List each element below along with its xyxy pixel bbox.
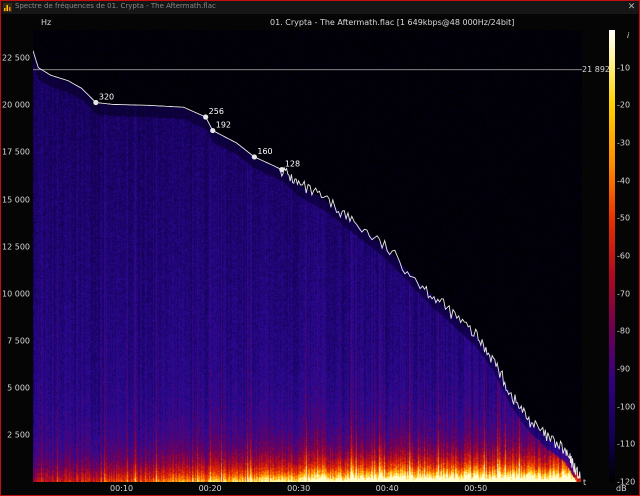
colorbar-tick-label: -20 bbox=[617, 100, 631, 110]
colorbar-tick-label: -60 bbox=[617, 251, 631, 261]
x-tick-label: 00:40 bbox=[375, 484, 399, 493]
window-title: Spectre de fréquences de 01. Crypta - Th… bbox=[15, 2, 216, 10]
y-tick-label: 15 000 bbox=[2, 195, 30, 204]
x-tick-label: 00:10 bbox=[110, 484, 134, 493]
x-tick-label: 00:20 bbox=[198, 484, 222, 493]
x-tick-label: 00:50 bbox=[464, 484, 488, 493]
y-tick-label: 12 500 bbox=[2, 242, 30, 252]
title-bar[interactable]: Spectre de fréquences de 01. Crypta - Th… bbox=[1, 1, 639, 14]
y-axis-unit: Hz bbox=[41, 18, 52, 27]
colorbar-tick-label: -70 bbox=[617, 289, 631, 299]
colorbar-tick-label: -50 bbox=[617, 213, 631, 223]
bitrate-marker-label: 160 bbox=[257, 147, 272, 156]
colorbar bbox=[609, 30, 615, 482]
y-tick-label: 22 500 bbox=[2, 53, 30, 63]
bitrate-marker-point[interactable] bbox=[93, 99, 99, 106]
colorbar-tick-label: -90 bbox=[617, 364, 631, 374]
bitrate-marker-label: 128 bbox=[285, 160, 300, 169]
colorbar-tick-label: -110 bbox=[617, 439, 636, 449]
reference-line-label: 21 892 bbox=[582, 64, 610, 74]
bitrate-marker-label: 192 bbox=[216, 121, 231, 130]
bitrate-marker-label: 256 bbox=[209, 107, 224, 116]
x-axis-unit: t bbox=[583, 478, 587, 487]
bitrate-marker-label: 320 bbox=[99, 93, 114, 102]
y-tick-label: 17 500 bbox=[2, 147, 30, 157]
colorbar-tick-label: -30 bbox=[617, 138, 631, 148]
y-tick-label: 2 500 bbox=[7, 430, 30, 440]
bitrate-marker-point[interactable] bbox=[251, 154, 257, 160]
colorbar-tick-label: -100 bbox=[617, 402, 636, 412]
bitrate-marker-point[interactable] bbox=[279, 166, 285, 173]
colorbar-tick-label: -40 bbox=[617, 176, 631, 186]
file-info-title: 01. Crypta - The Aftermath.flac [1 649kb… bbox=[270, 18, 515, 27]
x-tick-label: 00:30 bbox=[287, 484, 311, 493]
spectrogram-overlay: 320 256 192 160 128 bbox=[33, 50, 582, 480]
cutoff-curve bbox=[33, 50, 581, 480]
y-tick-label: 10 000 bbox=[2, 289, 30, 299]
close-icon: ✕ bbox=[627, 2, 636, 12]
info-icon[interactable]: i bbox=[627, 31, 629, 40]
app-spectrum-icon bbox=[3, 3, 12, 12]
colorbar-tick-label: -120 bbox=[617, 477, 636, 487]
bitrate-marker-point[interactable] bbox=[203, 114, 209, 120]
colorbar-tick-label: -80 bbox=[617, 326, 631, 336]
spectrogram-plot[interactable]: 320 256 192 160 128 bbox=[33, 30, 582, 482]
y-tick-label: 5 000 bbox=[7, 383, 30, 393]
close-window-button[interactable]: ✕ bbox=[626, 2, 637, 13]
y-tick-label: 7 500 bbox=[7, 336, 30, 346]
colorbar-tick-label: -10 bbox=[617, 63, 631, 73]
y-tick-label: 20 000 bbox=[2, 100, 30, 110]
bitrate-marker-point[interactable] bbox=[210, 127, 216, 134]
